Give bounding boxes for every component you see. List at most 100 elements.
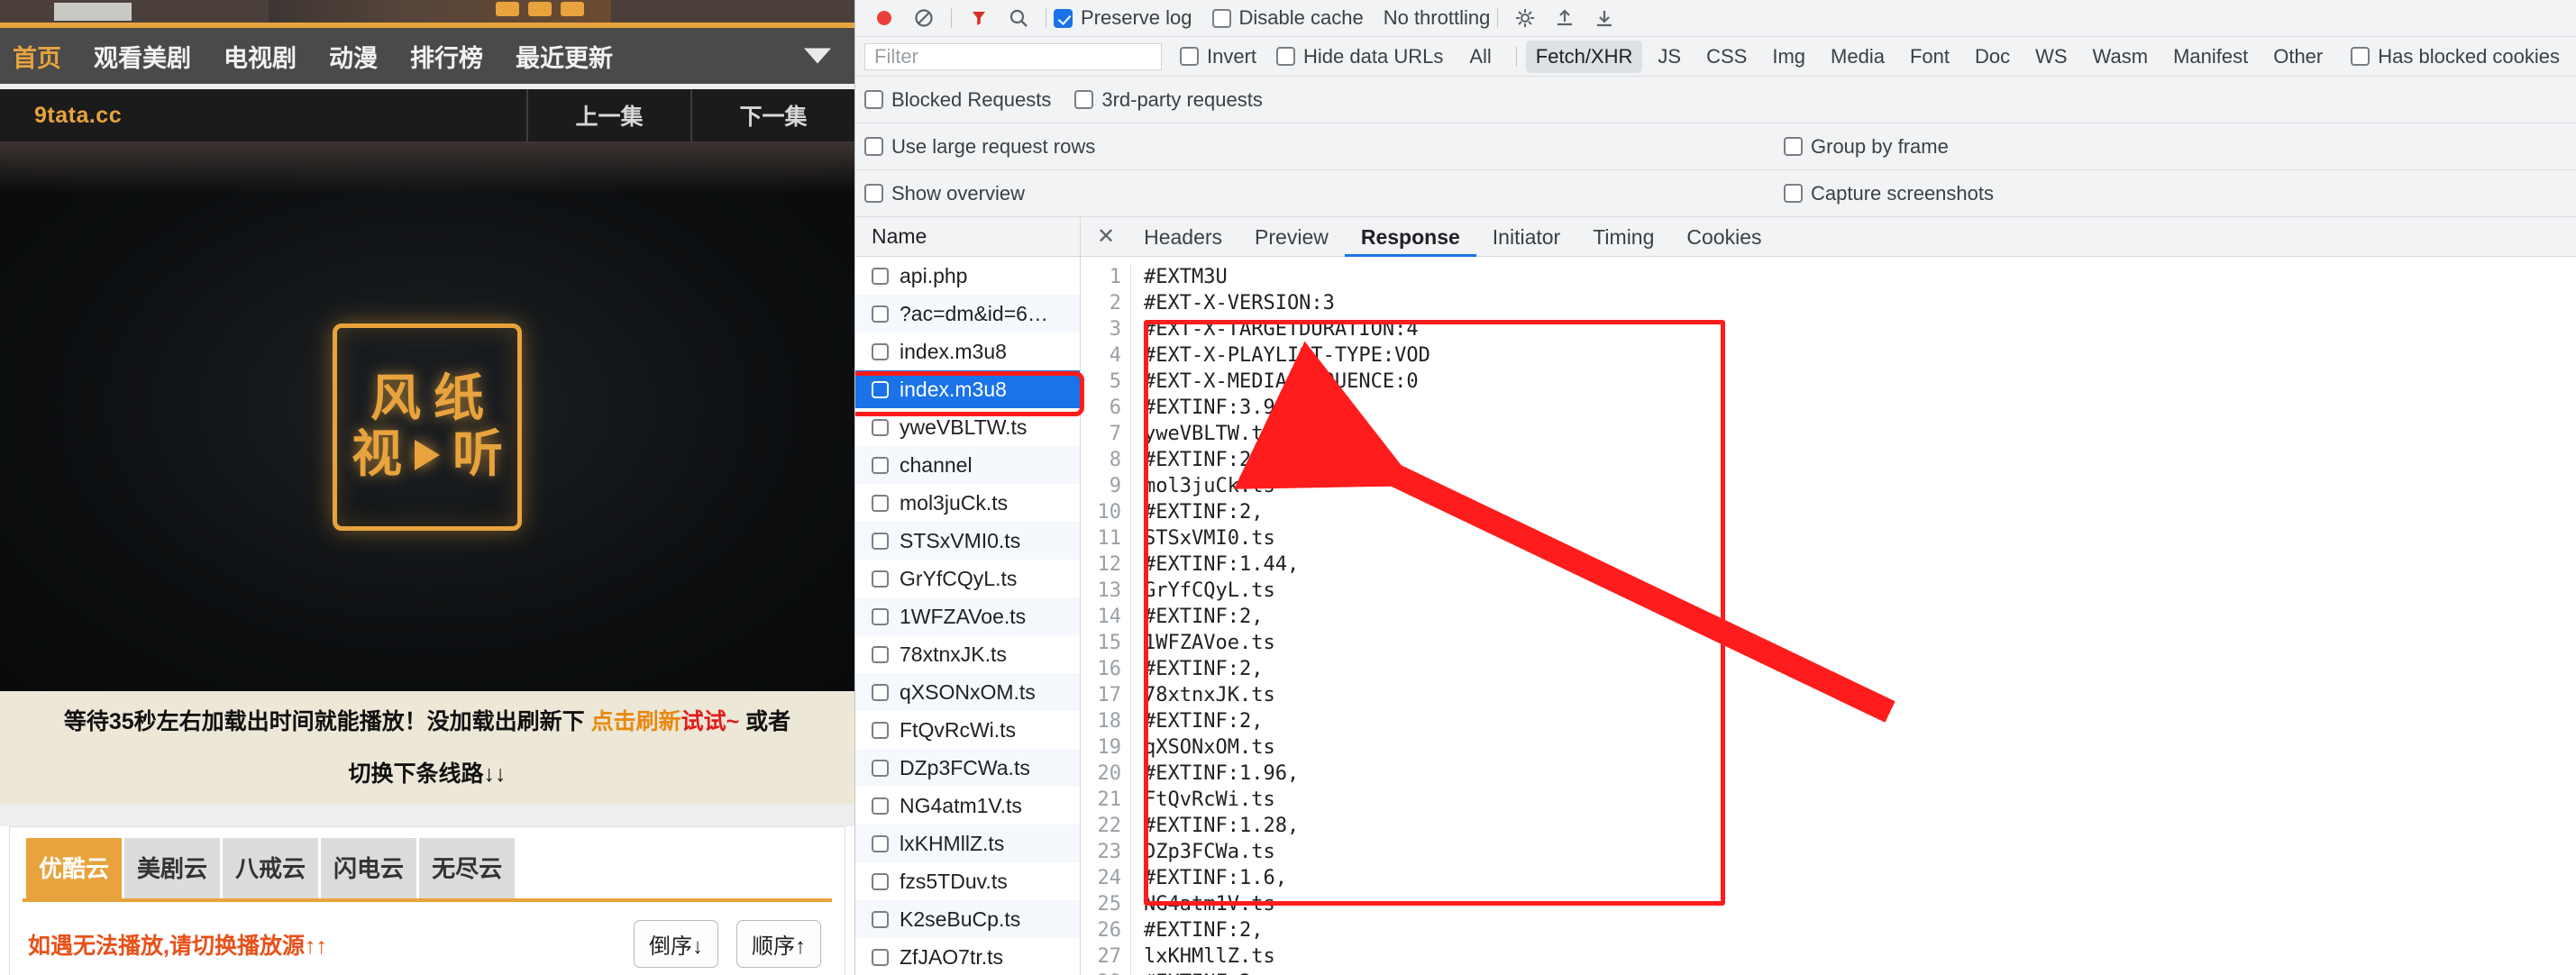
request-row[interactable]: mol3juCk.ts xyxy=(855,484,1080,522)
source-tab-youku[interactable]: 优酷云 xyxy=(26,838,123,898)
search-icon[interactable] xyxy=(999,0,1038,36)
tab-preview[interactable]: Preview xyxy=(1238,217,1345,257)
tab-timing[interactable]: Timing xyxy=(1576,217,1670,257)
request-row[interactable]: index.m3u8 xyxy=(855,333,1080,370)
request-row-checkbox[interactable] xyxy=(872,380,889,398)
type-filter-font[interactable]: Font xyxy=(1900,41,1959,73)
request-row[interactable]: ?ac=dm&id=6… xyxy=(855,295,1080,333)
request-row-checkbox[interactable] xyxy=(872,721,889,739)
prev-episode-button[interactable]: 上一集 xyxy=(528,99,690,132)
large-rows-box[interactable] xyxy=(864,137,883,156)
source-tab-shandian[interactable]: 闪电云 xyxy=(321,838,417,898)
request-row[interactable]: index.m3u8 xyxy=(855,370,1080,408)
request-row[interactable]: fzs5TDuv.ts xyxy=(855,862,1080,900)
chevron-down-icon[interactable] xyxy=(804,48,831,64)
type-filter-other[interactable]: Other xyxy=(2263,41,2333,73)
next-episode-button[interactable]: 下一集 xyxy=(692,99,854,132)
request-row[interactable]: channel xyxy=(855,446,1080,484)
refresh-link[interactable]: 点击刷新 xyxy=(591,709,681,734)
close-icon[interactable]: ✕ xyxy=(1093,223,1128,250)
request-row-checkbox[interactable] xyxy=(872,267,889,285)
type-filter-manifest[interactable]: Manifest xyxy=(2163,41,2258,73)
source-tab-meiju[interactable]: 美剧云 xyxy=(124,838,221,898)
blocked-requests-checkbox[interactable]: Blocked Requests xyxy=(864,88,1051,112)
video-player[interactable]: 风 纸 视 听 xyxy=(0,141,854,691)
type-filter-wasm[interactable]: Wasm xyxy=(2083,41,2159,73)
disable-cache-box[interactable] xyxy=(1211,8,1231,28)
request-row[interactable]: NG4atm1V.ts xyxy=(855,787,1080,825)
nav-item-recent[interactable]: 最近更新 xyxy=(516,39,613,74)
refresh-link-suffix[interactable]: 试试~ xyxy=(681,709,740,734)
request-row[interactable]: 1WFZAVoe.ts xyxy=(855,597,1080,635)
clear-icon[interactable] xyxy=(904,0,944,36)
request-row[interactable]: DZp3FCWa.ts xyxy=(855,749,1080,787)
sort-asc-button[interactable]: 顺序↑ xyxy=(736,920,821,968)
request-row[interactable]: yweVBLTW.ts xyxy=(855,408,1080,446)
show-overview-checkbox[interactable]: Show overview xyxy=(864,182,1025,205)
nav-item-us-drama[interactable]: 观看美剧 xyxy=(94,39,191,74)
request-row-checkbox[interactable] xyxy=(872,570,889,588)
request-row-checkbox[interactable] xyxy=(872,948,889,966)
request-row[interactable]: FtQvRcWi.ts xyxy=(855,711,1080,749)
request-row[interactable]: 78xtnxJK.ts xyxy=(855,635,1080,673)
request-row[interactable]: K2seBuCp.ts xyxy=(855,900,1080,938)
request-row-checkbox[interactable] xyxy=(872,607,889,625)
request-row-checkbox[interactable] xyxy=(872,494,889,512)
request-row-checkbox[interactable] xyxy=(872,683,889,701)
type-filter-doc[interactable]: Doc xyxy=(1965,41,2020,73)
third-party-box[interactable] xyxy=(1074,90,1094,109)
record-icon[interactable] xyxy=(864,0,904,36)
large-rows-checkbox[interactable]: Use large request rows xyxy=(864,135,1095,159)
type-filter-media[interactable]: Media xyxy=(1821,41,1895,73)
request-row-checkbox[interactable] xyxy=(872,645,889,663)
nav-item-tv[interactable]: 电视剧 xyxy=(224,39,297,74)
tab-response[interactable]: Response xyxy=(1345,217,1476,257)
type-filter-ws[interactable]: WS xyxy=(2025,41,2077,73)
request-row-checkbox[interactable] xyxy=(872,418,889,436)
request-row[interactable]: qXSONxOM.ts xyxy=(855,673,1080,711)
request-row-checkbox[interactable] xyxy=(872,305,889,323)
tab-cookies[interactable]: Cookies xyxy=(1670,217,1777,257)
request-row[interactable]: STSxVMI0.ts xyxy=(855,522,1080,560)
blocked-requests-box[interactable] xyxy=(864,90,883,109)
invert-checkbox[interactable]: Invert xyxy=(1180,45,1256,68)
type-filter-fetch-xhr[interactable]: Fetch/XHR xyxy=(1525,40,1643,73)
export-icon[interactable] xyxy=(1585,0,1624,36)
request-row[interactable]: GrYfCQyL.ts xyxy=(855,560,1080,597)
type-filter-css[interactable]: CSS xyxy=(1696,41,1757,73)
import-icon[interactable] xyxy=(1545,0,1585,36)
type-filter-all[interactable]: All xyxy=(1459,41,1501,73)
source-tab-wujin[interactable]: 无尽云 xyxy=(419,838,516,898)
filter-funnel-icon[interactable] xyxy=(959,0,999,36)
type-filter-img[interactable]: Img xyxy=(1762,41,1815,73)
wifi-settings-icon[interactable] xyxy=(1505,0,1545,36)
nav-item-ranking[interactable]: 排行榜 xyxy=(410,39,483,74)
throttling-select[interactable]: No throttling xyxy=(1384,6,1491,30)
has-blocked-cookies-box[interactable] xyxy=(2351,47,2370,66)
sort-desc-button[interactable]: 倒序↓ xyxy=(634,920,718,968)
source-tab-bajie[interactable]: 八戒云 xyxy=(223,838,319,898)
invert-box[interactable] xyxy=(1180,47,1199,66)
request-row-checkbox[interactable] xyxy=(872,872,889,890)
tab-initiator[interactable]: Initiator xyxy=(1476,217,1576,257)
request-row-checkbox[interactable] xyxy=(872,910,889,928)
type-filter-js[interactable]: JS xyxy=(1648,41,1691,73)
request-row-checkbox[interactable] xyxy=(872,456,889,474)
hide-data-urls-checkbox[interactable]: Hide data URLs xyxy=(1276,45,1443,68)
has-blocked-cookies-checkbox[interactable]: Has blocked cookies xyxy=(2351,45,2560,68)
request-row-checkbox[interactable] xyxy=(872,797,889,815)
third-party-checkbox[interactable]: 3rd-party requests xyxy=(1074,88,1263,112)
group-by-frame-box[interactable] xyxy=(1784,137,1803,156)
request-row-checkbox[interactable] xyxy=(872,342,889,360)
capture-screenshots-checkbox[interactable]: Capture screenshots xyxy=(1784,182,1994,205)
preserve-log-checkbox[interactable]: Preserve log xyxy=(1054,6,1192,30)
preserve-log-box[interactable] xyxy=(1054,8,1073,28)
request-row[interactable]: lxKHMllZ.ts xyxy=(855,825,1080,862)
response-body-viewer[interactable]: 1 2 3 4 5 6 7 8 9 10 11 12 13 14 15 16 17 18 19 20 21 22 23 24 2… xyxy=(1081,257,2576,975)
capture-screenshots-box[interactable] xyxy=(1784,184,1803,203)
tab-headers[interactable]: Headers xyxy=(1128,217,1238,257)
nav-item-home[interactable]: 首页 xyxy=(13,39,61,74)
request-row[interactable]: api.php xyxy=(855,257,1080,295)
disable-cache-checkbox[interactable]: Disable cache xyxy=(1211,6,1364,30)
request-row-checkbox[interactable] xyxy=(872,834,889,852)
